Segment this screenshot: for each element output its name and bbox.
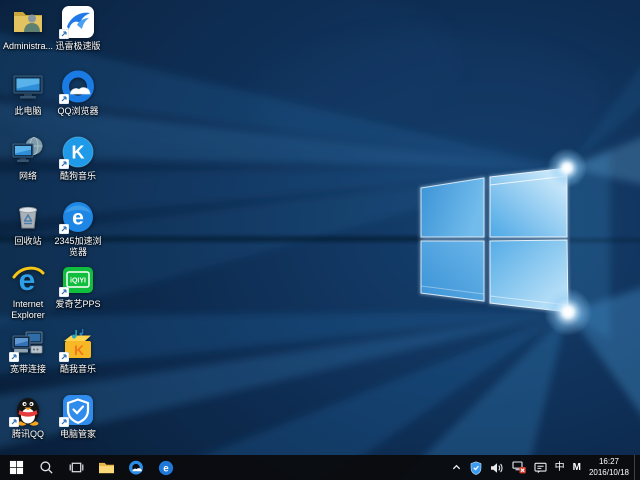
desktop-icon-2345-browser[interactable]: e 2345加速浏览器 bbox=[51, 200, 105, 259]
icon-label: 此电脑 bbox=[1, 106, 55, 117]
folder-icon bbox=[98, 460, 115, 475]
icon-label: 爱奇艺PPS bbox=[51, 299, 105, 310]
tray-action-center[interactable] bbox=[530, 455, 551, 480]
desktop-icon-kugou-music[interactable]: K 酷狗音乐 bbox=[51, 135, 105, 182]
shield-check-icon bbox=[61, 393, 95, 427]
icon-label: 电脑管家 bbox=[51, 429, 105, 440]
desktop-icon-this-pc[interactable]: 此电脑 bbox=[1, 70, 55, 117]
svg-text:e: e bbox=[163, 463, 169, 474]
qq-browser-icon bbox=[128, 460, 144, 476]
taskbar-clock[interactable]: 16:27 2016/10/18 bbox=[585, 457, 634, 478]
desktop-icon-recycle-bin[interactable]: 回收站 bbox=[1, 200, 55, 247]
start-button[interactable] bbox=[1, 455, 31, 480]
shortcut-arrow-badge bbox=[59, 352, 69, 362]
svg-text:iQIYI: iQIYI bbox=[70, 278, 86, 285]
tray-network-disconnected[interactable] bbox=[508, 455, 530, 480]
recycle-bin-icon bbox=[11, 200, 45, 234]
ime-mode-indicator[interactable]: 中 bbox=[551, 455, 569, 480]
svg-text:e: e bbox=[72, 207, 84, 230]
windows-logo-icon bbox=[9, 460, 24, 475]
2345-e-icon: e bbox=[61, 200, 95, 234]
desktop-icon-tencent-qq[interactable]: 腾讯QQ bbox=[1, 393, 55, 440]
desktop-icon-broadband-connection[interactable]: 宽带连接 bbox=[1, 328, 55, 375]
hidden-icons-button[interactable] bbox=[447, 455, 466, 480]
ime-language-text: M bbox=[573, 455, 581, 480]
desktop-icon-qq-browser[interactable]: QQ浏览器 bbox=[51, 70, 105, 117]
desktop-icon-xunlei-thunder[interactable]: 迅雷极速版 bbox=[51, 5, 105, 52]
ime-mode-text: 中 bbox=[555, 455, 565, 480]
show-desktop-button[interactable] bbox=[634, 455, 640, 480]
task-view-button[interactable] bbox=[61, 455, 91, 480]
user-folder-icon bbox=[11, 5, 45, 39]
file-explorer-button[interactable] bbox=[91, 455, 121, 480]
icon-label: Administra... bbox=[1, 41, 55, 52]
system-tray: 中 M 16:27 2016/10/18 bbox=[447, 455, 640, 480]
broadband-computers-icon bbox=[11, 328, 45, 362]
kuwo-box-icon: K bbox=[61, 328, 95, 362]
search-button[interactable] bbox=[31, 455, 61, 480]
icon-label: 腾讯QQ bbox=[1, 429, 55, 440]
icon-label: 2345加速浏览器 bbox=[51, 236, 105, 259]
iqiyi-icon: iQIYI bbox=[61, 263, 95, 297]
icon-label: 网络 bbox=[1, 171, 55, 182]
tray-pc-manager[interactable] bbox=[466, 455, 486, 480]
icon-label: 酷狗音乐 bbox=[51, 171, 105, 182]
tray-volume[interactable] bbox=[486, 455, 508, 480]
desktop-icon-kuwo-music[interactable]: K 酷我音乐 bbox=[51, 328, 105, 375]
internet-explorer-icon: e bbox=[11, 263, 45, 297]
icon-label: 酷我音乐 bbox=[51, 364, 105, 375]
shortcut-arrow-badge bbox=[59, 287, 69, 297]
task-view-icon bbox=[69, 460, 84, 475]
shortcut-arrow-badge bbox=[59, 224, 69, 234]
qq-penguin-icon bbox=[11, 393, 45, 427]
e-browser-icon: e bbox=[158, 460, 174, 476]
search-icon bbox=[39, 460, 54, 475]
xunlei-bird-icon bbox=[61, 5, 95, 39]
svg-text:K: K bbox=[74, 342, 84, 358]
desktop-icon-administrator-files[interactable]: Administra... bbox=[1, 5, 55, 52]
shield-icon bbox=[470, 461, 482, 475]
svg-text:K: K bbox=[72, 143, 85, 163]
shortcut-arrow-badge bbox=[59, 417, 69, 427]
clock-time: 16:27 bbox=[589, 457, 629, 467]
chevron-up-icon bbox=[451, 462, 462, 473]
kugou-k-icon: K bbox=[61, 135, 95, 169]
network-globe-icon bbox=[11, 135, 45, 169]
speaker-icon bbox=[490, 462, 504, 474]
qq-browser-ring-icon bbox=[61, 70, 95, 104]
taskbar: e bbox=[0, 455, 640, 480]
icon-label: 宽带连接 bbox=[1, 364, 55, 375]
network-error-icon bbox=[512, 461, 526, 474]
shortcut-arrow-badge bbox=[59, 159, 69, 169]
ime-language-indicator[interactable]: M bbox=[569, 455, 585, 480]
desktop-icon-pc-manager[interactable]: 电脑管家 bbox=[51, 393, 105, 440]
icon-label: Internet Explorer bbox=[1, 299, 55, 322]
shortcut-arrow-badge bbox=[59, 29, 69, 39]
icon-label: 迅雷极速版 bbox=[51, 41, 105, 52]
shortcut-arrow-badge bbox=[9, 352, 19, 362]
computer-monitor-icon bbox=[11, 70, 45, 104]
desktop-icon-iqiyi-pps[interactable]: iQIYI 爱奇艺PPS bbox=[51, 263, 105, 310]
icon-label: QQ浏览器 bbox=[51, 106, 105, 117]
clock-date: 2016/10/18 bbox=[589, 468, 629, 478]
2345-browser-taskbar-button[interactable]: e bbox=[151, 455, 181, 480]
icon-label: 回收站 bbox=[1, 236, 55, 247]
desktop-icon-internet-explorer[interactable]: e Internet Explorer bbox=[1, 263, 55, 322]
desktop: Administra... 迅雷极速版 此电脑 bbox=[0, 0, 640, 480]
qq-browser-taskbar-button[interactable] bbox=[121, 455, 151, 480]
shortcut-arrow-badge bbox=[59, 94, 69, 104]
notification-icon bbox=[534, 462, 547, 474]
shortcut-arrow-badge bbox=[9, 417, 19, 427]
desktop-icon-network[interactable]: 网络 bbox=[1, 135, 55, 182]
